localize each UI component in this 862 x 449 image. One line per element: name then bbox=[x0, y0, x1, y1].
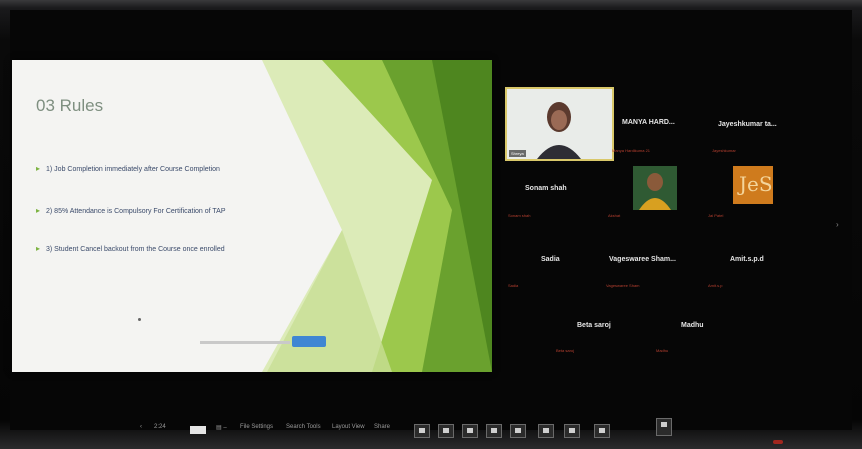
slide-bullet: ▸ 1) Job Completion immediately after Cou… bbox=[36, 164, 220, 173]
taskbar-menu[interactable]: File Settings bbox=[240, 424, 273, 430]
taskbar-window-icon[interactable] bbox=[486, 424, 502, 438]
taskbar-window-icon[interactable] bbox=[594, 424, 610, 438]
bullet-icon: ▸ bbox=[36, 244, 41, 253]
slide-progress-bar bbox=[200, 341, 290, 344]
participant-name: Vageswaree Sham... bbox=[609, 256, 676, 263]
taskbar-window-icon[interactable] bbox=[538, 424, 554, 438]
participant-subname: Vageswaree Sham bbox=[606, 283, 640, 288]
participant-name: Sonam shah bbox=[525, 185, 567, 192]
participant-avatar-photo[interactable] bbox=[633, 166, 677, 210]
video-name-label: Shreya bbox=[509, 150, 526, 157]
taskbar: ‹ 2:24 ▤ – File Settings Search Tools La… bbox=[140, 418, 700, 444]
power-led bbox=[773, 440, 783, 444]
bullet-icon: ▸ bbox=[36, 164, 41, 173]
taskbar-window-icon[interactable] bbox=[438, 424, 454, 438]
participant-subname: Sadia bbox=[508, 283, 519, 288]
participant-subname: Jai Patel bbox=[708, 213, 724, 218]
taskbar-active-window-icon[interactable] bbox=[656, 418, 672, 436]
participant-name: Beta saroj bbox=[577, 322, 611, 329]
taskbar-window-icon[interactable] bbox=[564, 424, 580, 438]
taskbar-window-icon[interactable] bbox=[414, 424, 430, 438]
taskbar-menu[interactable]: Layout View bbox=[332, 424, 365, 430]
participant-subname: Beta saroj bbox=[556, 348, 575, 353]
taskbar-menu[interactable]: ▤ – bbox=[216, 424, 227, 431]
next-page-arrow-icon[interactable]: › bbox=[836, 220, 839, 229]
slide-bullet: ▸ 3) Student Cancel backout from the Cour… bbox=[36, 244, 225, 253]
shared-slide: 03 Rules ▸ 1) Job Completion immediately … bbox=[12, 60, 492, 372]
taskbar-white-icon[interactable] bbox=[190, 426, 206, 434]
bullet-icon: ▸ bbox=[36, 206, 41, 215]
participant-video[interactable]: Shreya bbox=[505, 87, 614, 161]
taskbar-back[interactable]: ‹ bbox=[140, 424, 142, 430]
taskbar-window-icon[interactable] bbox=[462, 424, 478, 438]
participant-name: MANYA HARD... bbox=[622, 119, 675, 126]
slide-dot bbox=[138, 318, 141, 321]
participant-subname: Madhu bbox=[656, 348, 669, 353]
taskbar-time: 2:24 bbox=[154, 424, 166, 430]
participant-name: Sadia bbox=[541, 256, 560, 263]
participant-subname: Jayeshkumar bbox=[712, 148, 736, 153]
participant-subname: Sonam shah bbox=[508, 213, 531, 218]
participant-name: Amit.s.p.d bbox=[730, 256, 764, 263]
participant-name: Jayeshkumar ta... bbox=[718, 121, 777, 128]
participant-subname: Amit.s.p bbox=[708, 283, 723, 288]
taskbar-menu[interactable]: Share bbox=[374, 424, 390, 430]
slide-action-button[interactable] bbox=[292, 336, 326, 347]
person-photo-icon bbox=[633, 166, 677, 210]
logo-icon: JeS bbox=[739, 172, 773, 196]
participant-name: Madhu bbox=[681, 322, 704, 329]
participant-subname: Akshat bbox=[608, 213, 621, 218]
slide-bullet: ▸ 2) 85% Attendance is Compulsory For Cer… bbox=[36, 206, 226, 215]
slide-title: 03 Rules bbox=[36, 96, 104, 115]
participant-subname: Manya Hardikuma 21 bbox=[612, 148, 651, 153]
person-video-feed bbox=[507, 89, 612, 159]
taskbar-menu[interactable]: Search Tools bbox=[286, 424, 321, 430]
participant-avatar-logo[interactable]: JeS bbox=[733, 166, 773, 204]
taskbar-window-icon[interactable] bbox=[510, 424, 526, 438]
